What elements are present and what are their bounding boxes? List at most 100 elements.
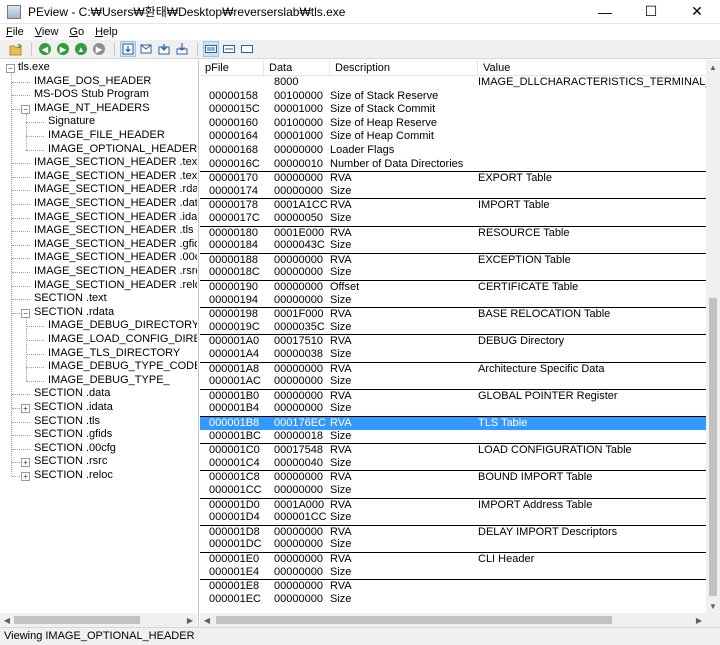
tree-node[interactable]: MS-DOS Stub Program xyxy=(34,88,149,102)
column-header-value[interactable]: Value xyxy=(478,60,706,76)
table-row[interactable]: 00000158 00100000 Size of Stack Reserve xyxy=(200,90,706,104)
tree-root-expander[interactable]: − xyxy=(6,64,15,73)
table-row[interactable]: 000001C8 00000000 RVA BOUND IMPORT Table xyxy=(200,470,706,484)
table-row[interactable]: 000001D4 000001CC Size xyxy=(200,511,706,525)
table-row[interactable]: 000001B4 00000000 Size xyxy=(200,402,706,416)
table-row[interactable]: 0000015C 00001000 Size of Stack Commit xyxy=(200,103,706,117)
tree-scroll-thumb[interactable] xyxy=(14,616,140,624)
table-row[interactable]: 000001D8 00000000 RVA DELAY IMPORT Descript… xyxy=(200,524,706,539)
tree-node[interactable]: IMAGE_SECTION_HEADER .00cfg xyxy=(34,251,197,265)
tree-node[interactable]: SECTION .rsrc xyxy=(34,455,107,469)
table-row[interactable]: 000001A8 00000000 RVA Architecture Specific… xyxy=(200,361,706,376)
tree-node[interactable]: IMAGE_SECTION_HEADER .idata xyxy=(34,211,197,225)
tree-pane[interactable]: − tls.exe IMAGE_DOS_HEADER MS-DOS Stub Pr… xyxy=(0,60,199,627)
detail-list[interactable]: pFile Data Description Value 8000 IMAGE_D… xyxy=(200,60,720,627)
address-view-icon[interactable] xyxy=(203,41,219,57)
table-row[interactable]: 00000198 0001F000 RVA BASE RELOCATION Table xyxy=(200,307,706,321)
menu-go[interactable]: Go xyxy=(63,26,89,38)
table-row[interactable]: 000001D0 0001A000 RVA IMPORT Address Table xyxy=(200,497,706,512)
table-row[interactable]: 000001A0 00017510 RVA DEBUG Directory xyxy=(200,334,706,348)
menu-view[interactable]: View xyxy=(29,26,64,38)
tree-scroll-track[interactable] xyxy=(14,613,183,627)
table-row[interactable]: 00000178 0001A1CC RVA IMPORT Table xyxy=(200,198,706,212)
tree-node[interactable]: IMAGE_SECTION_HEADER .tls xyxy=(34,224,194,238)
tree-node[interactable]: IMAGE_SECTION_HEADER .rsrc xyxy=(34,265,197,279)
tree-expander-icon[interactable]: − xyxy=(21,308,30,318)
scroll-right-icon[interactable]: ▶ xyxy=(183,613,197,627)
column-header-pfile[interactable]: pFile xyxy=(200,60,264,76)
tree-node[interactable]: SECTION .reloc xyxy=(34,469,113,483)
scroll-left-icon[interactable]: ◀ xyxy=(0,613,14,627)
table-row[interactable]: 000001B8 000176EC RVA TLS Table xyxy=(200,416,706,430)
tree-node[interactable]: IMAGE_FILE_HEADER xyxy=(48,129,165,143)
table-row[interactable]: 0000018C 00000000 Size xyxy=(200,266,706,280)
table-row[interactable]: 00000174 00000000 Size xyxy=(200,185,706,199)
table-row[interactable]: 000001B0 00000000 RVA GLOBAL POINTER Regist… xyxy=(200,388,706,403)
tree-node[interactable]: SECTION .rdata xyxy=(34,306,114,320)
table-row[interactable]: 000001E4 00000000 Size xyxy=(200,566,706,580)
table-row[interactable]: 000001EC 00000000 Size xyxy=(200,593,706,607)
tree-node[interactable]: IMAGE_SECTION_HEADER .textbss xyxy=(34,156,197,170)
tree-expander-icon[interactable]: + xyxy=(21,472,30,481)
table-row[interactable]: 0000019C 0000035C Size xyxy=(200,321,706,335)
byte-view-icon[interactable] xyxy=(120,41,136,57)
table-row[interactable]: 00000184 0000043C Size xyxy=(200,239,706,253)
table-row[interactable]: 0000017C 00000050 Size xyxy=(200,212,706,226)
tree-node[interactable]: Signature xyxy=(48,115,95,129)
table-row[interactable]: 000001CC 00000000 Size xyxy=(200,484,706,498)
minimize-button[interactable]: — xyxy=(582,0,628,24)
list-scroll-track[interactable] xyxy=(214,613,692,627)
column-header-data[interactable]: Data xyxy=(264,60,330,76)
dword-view-icon[interactable] xyxy=(156,41,172,57)
table-row[interactable]: 000001BC 00000018 Size xyxy=(200,430,706,444)
maximize-button[interactable]: ☐ xyxy=(628,0,674,24)
list-scroll-thumb[interactable] xyxy=(709,298,717,596)
table-row[interactable]: 00000190 00000000 Offset CERTIFICATE Table xyxy=(200,280,706,294)
tree-node[interactable]: SECTION .text xyxy=(34,292,107,306)
tree-node[interactable]: IMAGE_SECTION_HEADER .gfids xyxy=(34,238,197,252)
tree-node[interactable]: SECTION .data xyxy=(34,387,110,401)
tree-node[interactable]: SECTION .gfids xyxy=(34,428,112,442)
menu-file[interactable]: File xyxy=(0,26,29,38)
table-row[interactable]: 000001C0 00017548 RVA LOAD CONFIGURATION Ta… xyxy=(200,443,706,457)
tree-expander-icon[interactable]: + xyxy=(21,404,30,413)
list-vertical-scrollbar[interactable]: ▲ ▼ xyxy=(706,60,720,613)
scroll-left-icon[interactable]: ◀ xyxy=(200,613,214,627)
tree-node[interactable]: IMAGE_TLS_DIRECTORY xyxy=(48,347,180,361)
tree-node[interactable]: IMAGE_NT_HEADERS xyxy=(34,102,150,116)
up-icon[interactable]: ▲ xyxy=(73,41,89,57)
table-row[interactable]: 00000164 00001000 Size of Heap Commit xyxy=(200,130,706,144)
tree-node[interactable]: IMAGE_LOAD_CONFIG_DIRECTORY xyxy=(48,333,197,347)
tree-node[interactable]: IMAGE_SECTION_HEADER .data xyxy=(34,197,197,211)
tree-horizontal-scrollbar[interactable]: ◀ ▶ xyxy=(0,613,197,627)
table-row[interactable]: 00000168 00000000 Loader Flags xyxy=(200,144,706,158)
tree-node[interactable]: IMAGE_DEBUG_TYPE_ xyxy=(48,374,170,388)
table-row[interactable]: 00000194 00000000 Size xyxy=(200,294,706,308)
tree-expander-icon[interactable]: + xyxy=(21,458,30,468)
column-header-description[interactable]: Description xyxy=(330,60,478,76)
back-icon[interactable]: ◀ xyxy=(37,41,53,57)
tree-node[interactable]: IMAGE_SECTION_HEADER .text xyxy=(34,170,197,184)
tree-root-node[interactable]: tls.exe xyxy=(18,61,50,75)
table-row[interactable]: 8000 IMAGE_DLLCHARACTERISTICS_TERMINAL_SE… xyxy=(200,76,706,90)
menu-help[interactable]: Help xyxy=(89,26,123,38)
close-button[interactable]: ✕ xyxy=(674,0,720,24)
table-row[interactable]: 000001AC 00000000 Size xyxy=(200,375,706,389)
list-horizontal-scrollbar[interactable]: ◀ ▶ xyxy=(200,613,706,627)
scroll-up-icon[interactable]: ▲ xyxy=(706,60,720,74)
word-view-icon[interactable] xyxy=(138,41,154,57)
tree-expander-icon[interactable]: − xyxy=(21,104,30,114)
down-icon[interactable]: ▶ xyxy=(91,41,107,57)
tree-node[interactable]: IMAGE_SECTION_HEADER .reloc xyxy=(34,279,197,293)
open-file-icon[interactable] xyxy=(8,41,24,57)
tree-node[interactable]: IMAGE_DEBUG_DIRECTORY xyxy=(48,319,197,333)
hex-view-icon[interactable] xyxy=(221,41,237,57)
tree-node[interactable]: SECTION .tls xyxy=(34,415,100,429)
table-row[interactable]: 00000180 0001E000 RVA RESOURCE Table xyxy=(200,225,706,240)
tree-node[interactable]: IMAGE_DEBUG_TYPE_CODEVIEW xyxy=(48,360,197,374)
scroll-right-icon[interactable]: ▶ xyxy=(692,613,706,627)
tree-node[interactable]: SECTION .idata xyxy=(34,401,113,415)
qword-view-icon[interactable] xyxy=(174,41,190,57)
tree-node[interactable]: SECTION .00cfg xyxy=(34,442,116,456)
table-row[interactable]: 000001E8 00000000 RVA xyxy=(200,579,706,593)
